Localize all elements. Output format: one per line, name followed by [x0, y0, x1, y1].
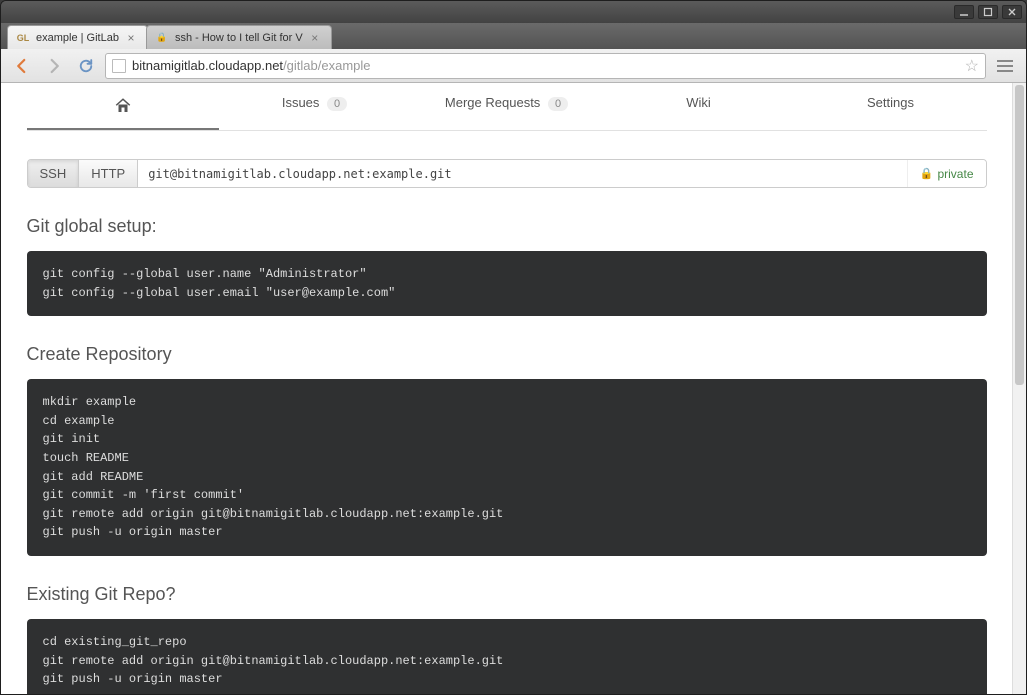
nav-issues-label: Issues: [282, 95, 320, 110]
chrome-menu-button[interactable]: [992, 53, 1018, 79]
nav-issues-count: 0: [327, 97, 347, 111]
clone-url-box: SSH HTTP git@bitnamigitlab.cloudapp.net:…: [27, 159, 987, 188]
favicon-stackoverflow: 🔒: [155, 31, 169, 45]
tab-title: ssh - How to I tell Git for V: [175, 32, 303, 44]
url-host: bitnamigitlab.cloudapp.net: [132, 58, 283, 73]
nav-wiki-label: Wiki: [686, 95, 711, 110]
page-viewport: Issues 0 Merge Requests 0 Wiki Settings …: [1, 83, 1026, 694]
nav-merge-requests[interactable]: Merge Requests 0: [411, 83, 603, 130]
bookmark-star-icon[interactable]: ☆: [965, 56, 979, 76]
vertical-scrollbar[interactable]: [1012, 83, 1026, 694]
window-close-button[interactable]: [1002, 5, 1022, 19]
clone-tab-ssh[interactable]: SSH: [28, 160, 80, 187]
forward-button[interactable]: [41, 53, 67, 79]
code-existing-repo[interactable]: cd existing_git_repo git remote add orig…: [27, 619, 987, 694]
window-titlebar: [1, 1, 1026, 23]
hamburger-icon: [997, 60, 1013, 72]
nav-merge-label: Merge Requests: [445, 95, 540, 110]
nav-settings[interactable]: Settings: [795, 83, 987, 130]
address-bar[interactable]: bitnamigitlab.cloudapp.net/gitlab/exampl…: [105, 53, 986, 79]
url-text: bitnamigitlab.cloudapp.net/gitlab/exampl…: [132, 58, 959, 73]
code-global-setup[interactable]: git config --global user.name "Administr…: [27, 251, 987, 316]
window-minimize-button[interactable]: [954, 5, 974, 19]
browser-tab-inactive[interactable]: 🔒 ssh - How to I tell Git for V ×: [146, 25, 332, 49]
clone-url-field[interactable]: git@bitnamigitlab.cloudapp.net:example.g…: [138, 160, 907, 187]
clone-visibility-label: private: [937, 167, 973, 181]
clone-tab-http[interactable]: HTTP: [79, 160, 137, 187]
nav-home[interactable]: [27, 83, 219, 130]
section-title-global: Git global setup:: [27, 216, 987, 237]
section-title-create: Create Repository: [27, 344, 987, 365]
page-content: Issues 0 Merge Requests 0 Wiki Settings …: [7, 83, 1007, 694]
browser-tab-active[interactable]: GL example | GitLab ×: [7, 25, 148, 49]
home-icon: [114, 95, 132, 115]
section-title-existing: Existing Git Repo?: [27, 584, 987, 605]
back-button[interactable]: [9, 53, 35, 79]
nav-wiki[interactable]: Wiki: [603, 83, 795, 130]
lock-icon: 🔒: [920, 167, 934, 180]
tab-close-icon[interactable]: ×: [125, 31, 137, 45]
page-icon: [112, 59, 126, 73]
code-create-repo[interactable]: mkdir example cd example git init touch …: [27, 379, 987, 556]
reload-button[interactable]: [73, 53, 99, 79]
nav-merge-count: 0: [548, 97, 568, 111]
scrollbar-thumb[interactable]: [1015, 85, 1024, 385]
tab-close-icon[interactable]: ×: [309, 31, 321, 45]
browser-window: GL example | GitLab × 🔒 ssh - How to I t…: [0, 0, 1027, 695]
favicon-gitlab: GL: [16, 31, 30, 45]
browser-toolbar: bitnamigitlab.cloudapp.net/gitlab/exampl…: [1, 49, 1026, 83]
url-path: /gitlab/example: [283, 58, 370, 73]
nav-issues[interactable]: Issues 0: [219, 83, 411, 130]
clone-visibility: 🔒 private: [907, 160, 986, 187]
project-nav: Issues 0 Merge Requests 0 Wiki Settings: [27, 83, 987, 131]
clone-protocol-tabs: SSH HTTP: [28, 160, 139, 187]
nav-settings-label: Settings: [867, 95, 914, 110]
browser-tabstrip: GL example | GitLab × 🔒 ssh - How to I t…: [1, 23, 1026, 49]
window-maximize-button[interactable]: [978, 5, 998, 19]
tab-title: example | GitLab: [36, 32, 119, 44]
